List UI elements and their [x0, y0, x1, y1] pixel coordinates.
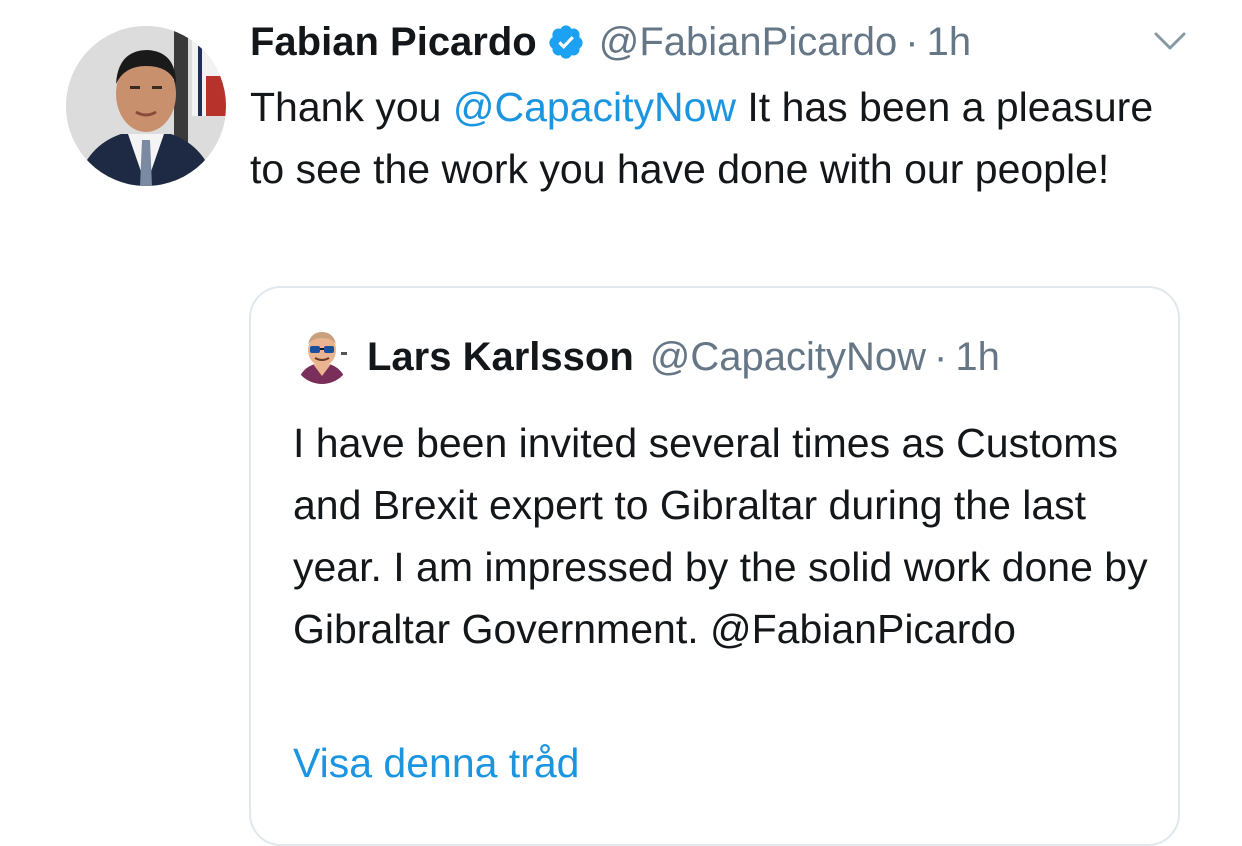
tweet-timestamp[interactable]: 1h [927, 20, 972, 65]
show-thread-link[interactable]: Visa denna tråd [293, 732, 579, 794]
tweet-text-lead: Thank you [250, 84, 453, 130]
mention-link[interactable]: @CapacityNow [453, 84, 736, 130]
author-avatar[interactable] [66, 26, 226, 186]
quoted-tweet-header: Lars Karlsson @CapacityNow · 1h [367, 332, 1000, 382]
separator-dot: · [905, 19, 919, 64]
quoted-author-handle[interactable]: @CapacityNow [650, 335, 926, 380]
tweet-text: Thank you @CapacityNow It has been a ple… [250, 76, 1180, 200]
quoted-author-avatar[interactable] [293, 326, 351, 384]
quoted-tweet-text: I have been invited several times as Cus… [293, 420, 1148, 652]
quoted-author-name[interactable]: Lars Karlsson [367, 335, 634, 380]
tweet[interactable]: Fabian Picardo @FabianPicardo · 1h Thank… [0, 0, 1242, 846]
quoted-tweet-timestamp[interactable]: 1h [955, 335, 1000, 380]
quoted-separator-dot: · [934, 334, 948, 379]
tweet-header: Fabian Picardo @FabianPicardo · 1h [250, 16, 971, 68]
verified-badge-icon [547, 23, 585, 61]
quoted-tweet-card[interactable]: Lars Karlsson @CapacityNow · 1h I have b… [249, 286, 1180, 846]
author-handle[interactable]: @FabianPicardo [599, 20, 898, 65]
chevron-down-icon[interactable] [1152, 26, 1188, 56]
author-name[interactable]: Fabian Picardo [250, 20, 537, 65]
